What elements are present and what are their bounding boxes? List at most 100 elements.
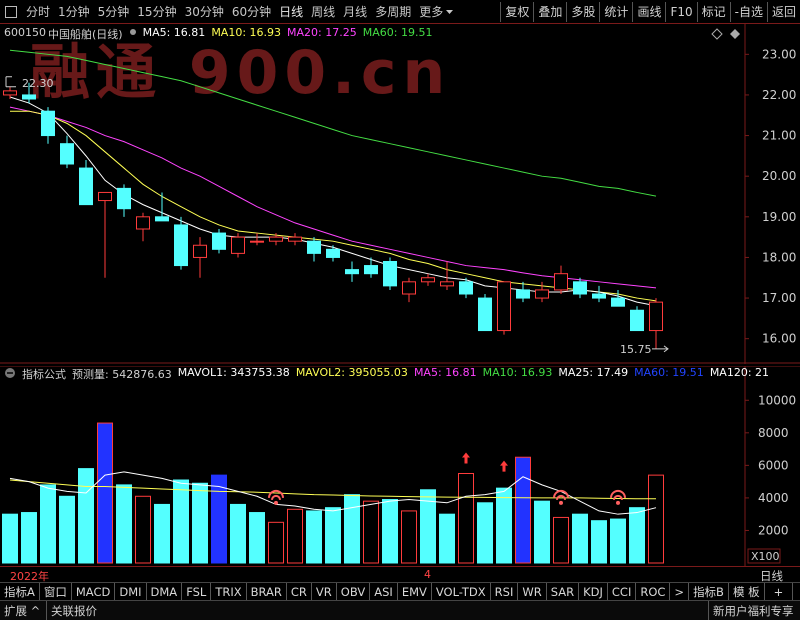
tab-vr[interactable]: VR [312, 582, 337, 601]
expand-button[interactable]: 扩展 ^ [4, 601, 40, 620]
time-axis: 2022年 4 日线 [0, 566, 800, 583]
month-label: 4 [424, 568, 431, 581]
volume-chart[interactable]: 10000 8000 6000 4000 2000 X100 [0, 366, 800, 566]
vol-tick-label: 2000 [758, 523, 789, 537]
promo-link[interactable]: 新用户福利专享 [708, 601, 794, 620]
tab-dma[interactable]: DMA [147, 582, 183, 601]
candle-body [117, 187, 131, 210]
volume-bar [116, 484, 132, 564]
tab-fsl[interactable]: FSL [182, 582, 212, 601]
tab-window[interactable]: 窗口 [40, 582, 72, 601]
tab-wr[interactable]: WR [518, 582, 547, 601]
tab-monthly[interactable]: 月线 [339, 2, 371, 22]
tab-indicator-a[interactable]: 指标A [0, 582, 40, 601]
settings-dot-icon[interactable] [129, 26, 137, 38]
tab-remove[interactable]: - [793, 583, 800, 601]
tab-emv[interactable]: EMV [398, 582, 432, 601]
draw-line-button[interactable]: 画线 [632, 2, 665, 22]
volume-bar [249, 512, 265, 564]
candle-body [174, 224, 188, 267]
mavol2-value: MAVOL2: 395055.03 [295, 366, 408, 379]
multi-stock-button[interactable]: 多股 [566, 2, 599, 22]
volume-bar [135, 495, 151, 564]
candle-body [98, 191, 112, 202]
tab-15min[interactable]: 15分钟 [133, 2, 180, 22]
ma5-value: MA5: 16.81 [142, 26, 206, 39]
tab-trix[interactable]: TRIX [211, 582, 247, 601]
menu-icon[interactable] [5, 6, 17, 18]
tab-sar[interactable]: SAR [547, 582, 580, 601]
tab-template[interactable]: 模 板 [729, 582, 765, 601]
ma60-line [9, 49, 657, 197]
diamond-icon[interactable] [711, 28, 723, 40]
volume-bar [287, 508, 303, 564]
tab-macd[interactable]: MACD [72, 582, 116, 601]
candle-body [497, 281, 511, 332]
volume-bar [458, 473, 474, 564]
signal-icon [274, 500, 278, 505]
candle-body [478, 297, 492, 332]
price-tick-label: 19.00 [762, 210, 796, 224]
tab-cci[interactable]: CCI [608, 582, 637, 601]
tab-roc[interactable]: ROC [636, 582, 671, 601]
candle-body [136, 216, 150, 230]
adjust-button[interactable]: 复权 [500, 2, 533, 22]
mark-button[interactable]: 标记 [696, 2, 730, 22]
tab-indicator-b[interactable]: 指标B [689, 582, 729, 601]
tab-1min[interactable]: 1分钟 [54, 2, 94, 22]
settings-dot-icon[interactable] [4, 366, 16, 380]
tab-60min[interactable]: 60分钟 [228, 2, 275, 22]
tab-vol-tdx[interactable]: VOL-TDX [432, 582, 491, 601]
volume-bar [230, 503, 246, 564]
price-chart-panel[interactable]: 融通 900.cn 23.00 22.00 21.00 20.00 19.00 18.00… [0, 24, 800, 364]
remove-watchlist-button[interactable]: -自选 [729, 2, 767, 22]
f10-button[interactable]: F10 [665, 2, 696, 22]
tab-weekly[interactable]: 周线 [307, 2, 339, 22]
signal-icon [559, 500, 563, 505]
stock-period: (日线) [92, 28, 123, 41]
volume-bar [59, 495, 75, 564]
signal-icon [616, 500, 620, 505]
tab-asi[interactable]: ASI [370, 582, 398, 601]
tab-30min[interactable]: 30分钟 [181, 2, 228, 22]
statistics-button[interactable]: 统计 [599, 2, 632, 22]
tab-obv[interactable]: OBV [337, 582, 371, 601]
tab-intraday[interactable]: 分时 [22, 2, 54, 22]
ma10-value: MA10: 16.93 [211, 26, 282, 39]
tab-rsi[interactable]: RSI [491, 582, 519, 601]
tab-brar[interactable]: BRAR [247, 582, 287, 601]
tab-more[interactable]: 更多 [415, 2, 458, 22]
candle-body [459, 281, 473, 295]
candle-body [288, 236, 302, 242]
candle-body [592, 293, 606, 299]
candle-body [60, 143, 74, 165]
tab-more-label: 更多 [419, 5, 444, 19]
price-tick-label: 20.00 [762, 169, 796, 183]
tab-scroll-right[interactable]: > [670, 582, 690, 601]
candle-body [155, 216, 169, 222]
indicator-title[interactable]: 指标公式 [22, 366, 66, 382]
close-small-icon[interactable] [729, 28, 741, 40]
volume-info-bar: 指标公式 预测量: 542876.63 MAVOL1: 343753.38 MA… [4, 366, 769, 382]
volume-bar [2, 513, 18, 564]
tab-dmi[interactable]: DMI [115, 582, 147, 601]
related-quote-button[interactable]: 关联报价 [46, 601, 97, 620]
high-marker [5, 76, 16, 88]
forecast-volume: 预测量: 542876.63 [72, 368, 172, 381]
tab-multi-period[interactable]: 多周期 [371, 2, 415, 22]
vol-tick-label: 4000 [758, 491, 789, 505]
tab-daily[interactable]: 日线 [275, 2, 307, 22]
tab-kdj[interactable]: KDJ [579, 582, 608, 601]
overlay-button[interactable]: 叠加 [533, 2, 566, 22]
tab-cr[interactable]: CR [287, 582, 312, 601]
volume-bar [192, 482, 208, 564]
signal-icon [613, 494, 623, 501]
volume-bar [40, 484, 56, 564]
volume-bar [21, 512, 37, 564]
tab-add[interactable]: + [765, 582, 794, 601]
tab-5min[interactable]: 5分钟 [94, 2, 134, 22]
back-button[interactable]: 返回 [766, 2, 800, 22]
toolbar-actions: 复权 叠加 多股 统计 画线 F10 标记 -自选 返回 [500, 0, 800, 24]
volume-bar [325, 507, 341, 564]
price-chart[interactable]: 23.00 22.00 21.00 20.00 19.00 18.00 17.00 16.00… [0, 24, 800, 364]
